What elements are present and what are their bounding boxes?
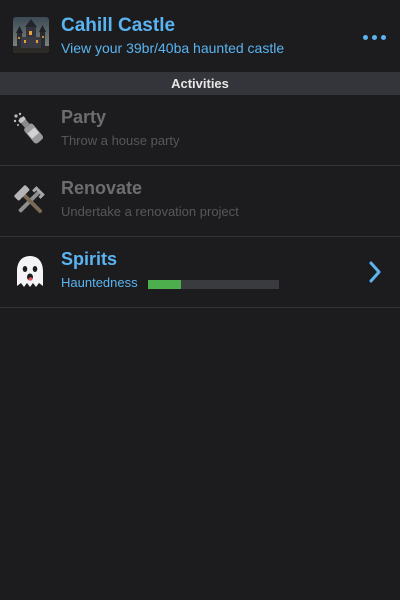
castle-title: Cahill Castle <box>61 15 176 36</box>
castle-header: Cahill Castle View your 39br/40ba haunte… <box>0 0 400 72</box>
activity-subtitle: Hauntedness <box>61 275 138 290</box>
activities-section-header: Activities <box>0 72 400 95</box>
more-options-button[interactable] <box>356 26 392 48</box>
ghost-icon <box>11 253 49 291</box>
activity-subtitle: Throw a house party <box>61 133 180 148</box>
chevron-right-icon[interactable] <box>366 261 384 283</box>
tools-icon <box>11 182 49 220</box>
castle-subtitle[interactable]: View your 39br/40ba haunted castle <box>61 40 284 56</box>
ellipsis-icon <box>363 35 368 40</box>
ellipsis-icon <box>372 35 377 40</box>
ellipsis-icon <box>381 35 386 40</box>
champagne-icon <box>11 111 49 149</box>
activity-title: Party <box>61 107 107 127</box>
haunted-castle-icon <box>13 17 49 53</box>
activity-renovate: Renovate Undertake a renovation project <box>0 166 400 237</box>
hauntedness-meter <box>148 280 279 289</box>
activity-title: Renovate <box>61 178 143 198</box>
hauntedness-meter-fill <box>148 280 181 289</box>
activity-subtitle: Undertake a renovation project <box>61 204 239 219</box>
activity-spirits[interactable]: Spirits Hauntedness <box>0 237 400 308</box>
activity-title: Spirits <box>61 249 118 269</box>
castle-page: Cahill Castle View your 39br/40ba haunte… <box>0 0 400 600</box>
activity-party: Party Throw a house party <box>0 95 400 166</box>
